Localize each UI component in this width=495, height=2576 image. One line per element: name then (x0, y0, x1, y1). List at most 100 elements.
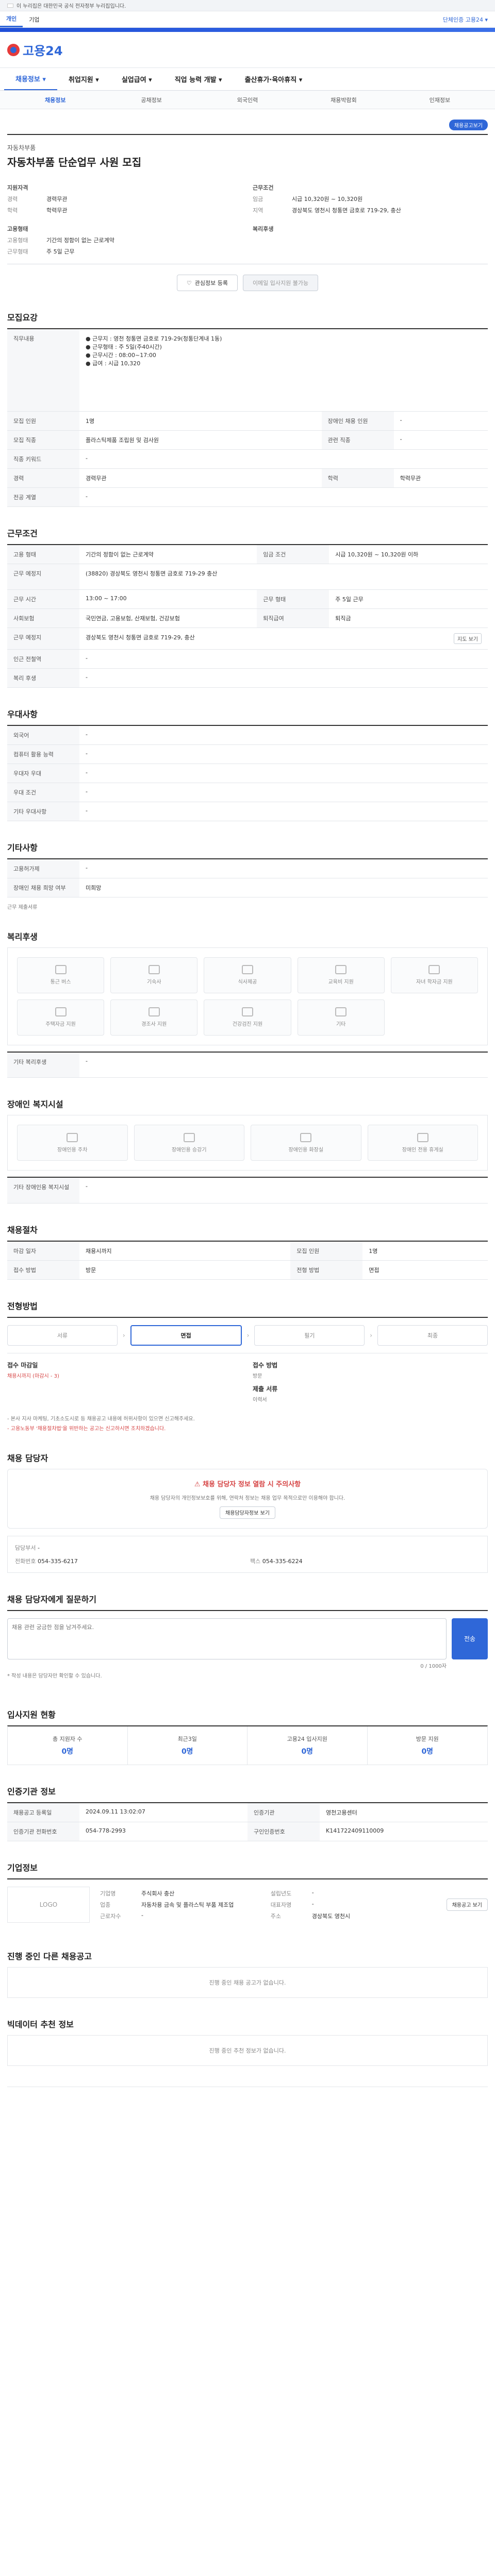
book-icon (335, 965, 347, 974)
stat-value: 0명 (421, 1747, 434, 1756)
recommend-empty: 진행 중인 추천 정보가 없습니다. (7, 2035, 488, 2066)
submenu-foreign[interactable]: 외국인력 (200, 96, 295, 104)
stat-item: 총 지원자 수 0명 (8, 1726, 128, 1765)
comment-submit-button[interactable]: 전송 (452, 1618, 488, 1659)
view-manager-button[interactable]: 채용담당자정보 보기 (220, 1506, 275, 1519)
arrow-icon: › (370, 1331, 373, 1339)
tab-personal[interactable]: 개인 (0, 11, 23, 27)
row-header: 인근 전철역 (7, 649, 79, 669)
menu-support[interactable]: 취업지원 ▾ (57, 68, 110, 90)
kv-key: 근무형태 (7, 248, 28, 255)
corp-jobs-button[interactable]: 채용공고 보기 (446, 1898, 488, 1911)
disabled-item: 장애인용 주차 (17, 1125, 128, 1161)
submenu-jobs[interactable]: 채용정보 (7, 96, 103, 104)
login-link[interactable]: 단체인증 고용24 ▾ (443, 15, 495, 24)
info-key: 구인인증번호 (248, 1822, 320, 1841)
row-header: 기타 복리후생 (7, 1052, 79, 1078)
detail-value: 이력서 (253, 1397, 267, 1403)
step-interview: 면접 (130, 1325, 242, 1346)
cell: 기간의 정함이 없는 근로계약 (79, 544, 257, 564)
disabled-item: 장애인용 승강기 (134, 1125, 244, 1161)
stat-label: 고용24 입사지원 (287, 1735, 327, 1742)
row-header: 고용 형태 (7, 544, 79, 564)
corp-value: 경상북도 영천시 (311, 1912, 351, 1920)
cell: - (79, 744, 488, 764)
row-header: 복리 후생 (7, 668, 79, 688)
row-header: 장애인 채용 희망 여부 (7, 878, 79, 897)
bed-icon (148, 965, 160, 974)
menu-leave[interactable]: 출산휴가·육아휴직 ▾ (234, 68, 314, 90)
welfare-label: 기숙사 (146, 979, 161, 985)
flag-icon (7, 3, 13, 8)
section-etc: 기타사항 (7, 842, 38, 853)
stat-label: 총 지원자 수 (52, 1735, 82, 1742)
contact-key: 담당부서 (15, 1544, 36, 1551)
menu-jobs[interactable]: 채용정보 ▾ (4, 68, 57, 90)
row-header: 관련 직종 (321, 430, 394, 450)
warning-text: 채용 담당자 정보 열람 시 주의사항 (203, 1480, 301, 1488)
menu-benefits[interactable]: 실업급여 ▾ (110, 68, 163, 90)
warning-title: ⚠ 채용 담당자 정보 열람 시 주의사항 (17, 1479, 478, 1488)
section-manager: 채용 담당자 (7, 1453, 48, 1463)
info-value: K141722409110009 (320, 1822, 488, 1841)
row-header: 장애인 채용 인원 (321, 411, 394, 431)
row-header: 접수 방법 (7, 1260, 79, 1280)
job-description: ● 근무지 : 영천 청통면 금호로 719-29(청통단계내 1동) ● 근무… (79, 329, 488, 412)
corp-key: 대표자명 (270, 1901, 292, 1908)
cell: 채용시까지 (79, 1241, 291, 1261)
row-header: 사회보험 (7, 608, 79, 628)
row-header: 기타 우대사항 (7, 802, 79, 821)
stat-label: 최근3일 (177, 1735, 197, 1742)
welfare-item: 건강검진 지원 (204, 999, 291, 1036)
email-apply-button[interactable]: 이메일 입사지원 불가능 (242, 275, 319, 291)
info-key: 채용공고 등록일 (7, 1803, 79, 1822)
row-header: 우대자 우대 (7, 764, 79, 783)
cell: 미희망 (79, 878, 488, 897)
cell: 경상북도 영천시 청통면 금호로 719-29, 충산 지도 보기 (79, 628, 488, 650)
contact-value: - (37, 1544, 40, 1551)
submenu-public[interactable]: 공채정보 (103, 96, 199, 104)
contact-value: 054-335-6217 (37, 1557, 78, 1565)
contact-value: 054-335-6224 (262, 1557, 303, 1565)
gov-banner: 이 누리집은 대한민국 공식 전자정부 누리집입니다. (0, 0, 495, 11)
comment-input[interactable] (7, 1618, 447, 1659)
site-logo[interactable]: 고용24 (7, 41, 63, 59)
process-note: - 고용노동부 '채용절차법'을 위반하는 공고는 신고하시면 조치하겠습니다. (7, 1426, 166, 1432)
info-value: 영천고용센터 (320, 1803, 488, 1822)
step-final: 최종 (377, 1325, 488, 1346)
tab-company[interactable]: 기업 (23, 11, 45, 27)
welfare-item: 통근 버스 (17, 957, 105, 993)
sub-menu: 채용정보 공채정보 외국인력 채용박람회 인재정보 (0, 91, 495, 109)
corp-key: 기업명 (100, 1890, 116, 1897)
submenu-talent[interactable]: 인재정보 (392, 96, 488, 104)
detail-value: 채용시까지 (마감시 - 3) (7, 1373, 59, 1379)
welfare-item: 경조사 지원 (110, 999, 198, 1036)
cell: - (79, 668, 488, 688)
welfare-etc-table: 기타 복리후생 - (7, 1051, 488, 1078)
process-detail: 접수 마감일 채용시까지 (마감시 - 3) 접수 방법 방문 제출 서류 이력… (7, 1352, 488, 1412)
menu-training[interactable]: 직업 능력 개발 ▾ (163, 68, 234, 90)
work-table: 고용 형태 기간의 정함이 없는 근로계약 임금 조건 시급 10,320원 ~ 10… (7, 544, 488, 688)
stat-value: 0명 (181, 1747, 193, 1756)
info-key: 인증기관 (248, 1803, 320, 1822)
kv-key: 경력 (7, 196, 18, 202)
submenu-fair[interactable]: 채용박람회 (295, 96, 391, 104)
manager-warning: ⚠ 채용 담당자 정보 열람 시 주의사항 채용 담당자의 개인정보보호를 위해… (7, 1468, 488, 1529)
kv-key: 지역 (253, 207, 263, 214)
row-header: 모집 인원 (290, 1241, 363, 1261)
row-header: 기타 장애인용 복지시설 (7, 1177, 79, 1204)
welfare-item: 자녀 학자금 지원 (390, 957, 478, 993)
footer (7, 2086, 488, 2117)
welfare-label: 자녀 학자금 지원 (416, 979, 453, 985)
cell: 국민연금, 고용보험, 산재보험, 건강보험 (79, 608, 257, 628)
welfare-icon-grid: 통근 버스 기숙사 식사제공 교육비 지원 자녀 학자금 지원 주택자금 지원 … (7, 947, 488, 1045)
kv-value: 학력무관 (46, 207, 68, 214)
disabled-label: 장애인용 화장실 (288, 1147, 324, 1153)
group-employment: 고용형태 (7, 226, 28, 232)
disabled-icon-grid: 장애인용 주차 장애인용 승강기 장애인용 화장실 장애인 전용 휴게실 (7, 1115, 488, 1171)
map-button[interactable]: 지도 보기 (454, 633, 482, 644)
kv-value: 기간의 정함이 없는 근로계약 (46, 237, 114, 244)
section-recruit: 모집요강 (7, 313, 38, 323)
process-table: 마감 일자 채용시까지 모집 인원 1명 접수 방법 방문 전형 방법 면접 (7, 1240, 488, 1280)
bookmark-button[interactable]: ♡ 관심정보 등록 (176, 275, 238, 291)
